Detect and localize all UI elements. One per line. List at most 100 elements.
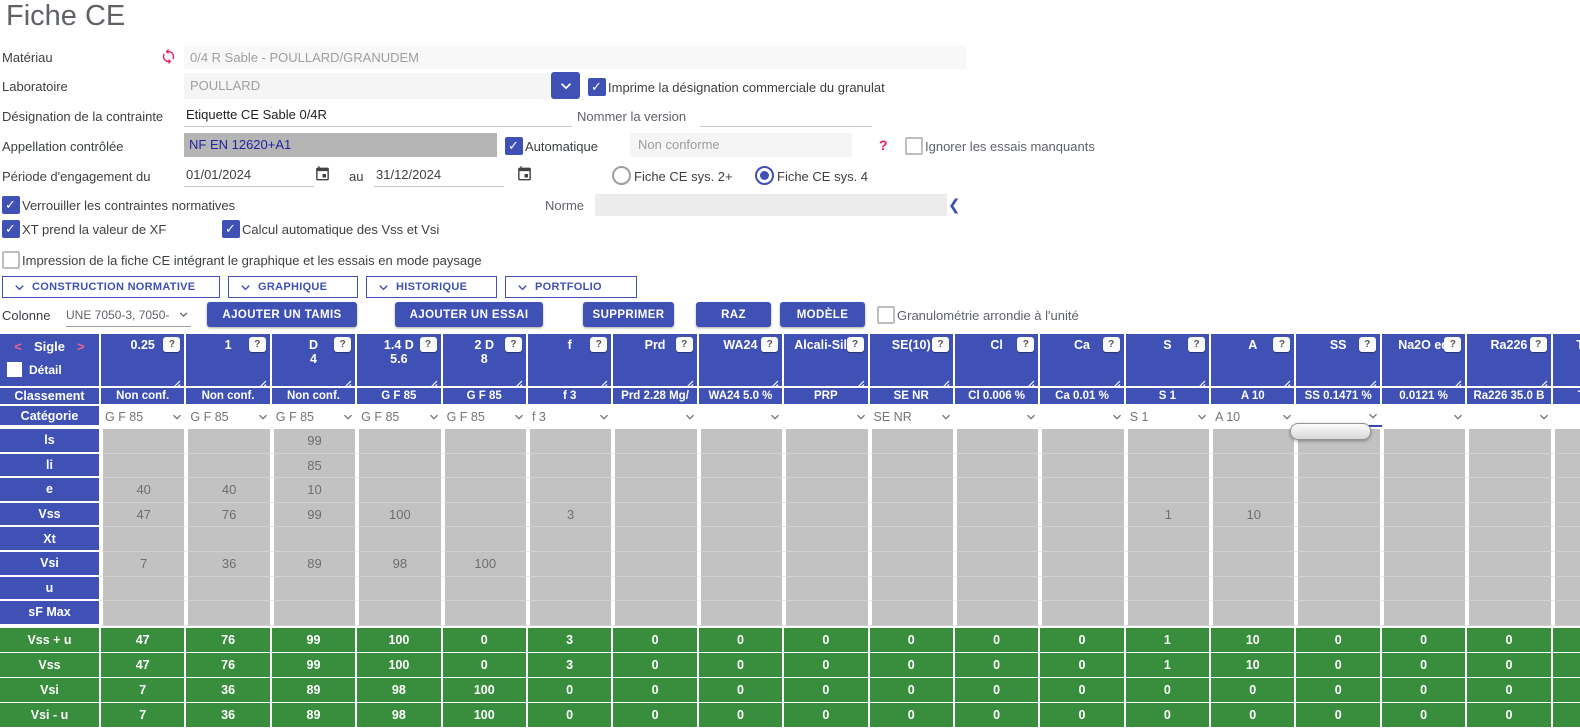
resize-handle-icon[interactable] (430, 375, 438, 383)
data-cell[interactable] (699, 503, 784, 528)
data-cell[interactable] (357, 527, 442, 552)
data-cell[interactable] (870, 527, 955, 552)
sys4-radio[interactable] (755, 166, 774, 185)
data-cell[interactable] (1382, 454, 1467, 479)
help-button[interactable]: ? (1273, 337, 1290, 352)
data-cell[interactable] (528, 527, 613, 552)
data-cell[interactable] (1126, 601, 1211, 626)
data-cell[interactable] (1382, 429, 1467, 454)
verrouiller-checkbox[interactable] (2, 196, 20, 214)
data-cell[interactable] (101, 454, 186, 479)
colonne-select[interactable]: UNE 7050-3, 7050- (66, 303, 191, 327)
data-cell[interactable] (1553, 503, 1580, 528)
resize-handle-icon[interactable] (515, 375, 523, 383)
data-cell[interactable] (1040, 454, 1125, 479)
categorie-select[interactable] (1040, 406, 1125, 427)
categorie-select[interactable]: f 3 (528, 406, 613, 427)
calendar-icon[interactable] (314, 165, 331, 188)
help-button[interactable]: ? (1444, 337, 1461, 352)
data-cell[interactable] (955, 552, 1040, 577)
data-cell[interactable] (1126, 429, 1211, 454)
data-cell[interactable] (186, 527, 271, 552)
data-cell[interactable] (784, 454, 869, 479)
data-cell[interactable] (101, 577, 186, 602)
data-cell[interactable] (1467, 527, 1552, 552)
data-cell[interactable] (186, 577, 271, 602)
data-cell[interactable]: 85 (272, 454, 357, 479)
materiau-field[interactable]: 0/4 R Sable - POULLARD/GRANUDEM (184, 46, 966, 69)
help-button[interactable]: ? (249, 337, 266, 352)
data-cell[interactable] (955, 454, 1040, 479)
data-cell[interactable] (357, 454, 442, 479)
data-cell[interactable] (1382, 577, 1467, 602)
data-cell[interactable] (1467, 454, 1552, 479)
categorie-select[interactable] (955, 406, 1040, 427)
categorie-select[interactable] (1382, 406, 1467, 427)
data-cell[interactable]: 3 (528, 503, 613, 528)
data-cell[interactable]: 40 (101, 478, 186, 503)
data-cell[interactable]: 7 (101, 552, 186, 577)
appellation-field[interactable]: NF EN 12620+A1 (184, 133, 497, 157)
resize-handle-icon[interactable] (771, 375, 779, 383)
supprimer-button[interactable]: SUPPRIMER (583, 302, 674, 327)
data-cell[interactable] (699, 552, 784, 577)
data-cell[interactable] (1126, 527, 1211, 552)
categorie-select[interactable]: S 1 (1126, 406, 1211, 427)
automatique-checkbox[interactable] (505, 137, 523, 155)
impression-paysage-checkbox[interactable] (2, 251, 20, 269)
data-cell[interactable] (1211, 527, 1296, 552)
data-cell[interactable] (955, 577, 1040, 602)
data-cell[interactable] (272, 527, 357, 552)
ignorer-essais-checkbox[interactable] (905, 137, 923, 155)
data-cell[interactable] (1126, 552, 1211, 577)
data-cell[interactable] (1211, 552, 1296, 577)
resize-handle-icon[interactable] (857, 375, 865, 383)
help-button[interactable]: ? (676, 337, 693, 352)
categorie-select[interactable] (613, 406, 698, 427)
detail-checkbox[interactable] (7, 362, 22, 377)
resize-handle-icon[interactable] (600, 375, 608, 383)
ajouter-essai-button[interactable]: AJOUTER UN ESSAI (395, 302, 543, 327)
data-cell[interactable]: 76 (186, 503, 271, 528)
data-cell[interactable]: 99 (272, 429, 357, 454)
data-cell[interactable] (699, 478, 784, 503)
data-cell[interactable] (1040, 478, 1125, 503)
data-cell[interactable]: 10 (272, 478, 357, 503)
resize-handle-icon[interactable] (1113, 375, 1121, 383)
data-cell[interactable] (613, 552, 698, 577)
resize-handle-icon[interactable] (1540, 375, 1548, 383)
data-cell[interactable] (613, 527, 698, 552)
data-cell[interactable] (1296, 454, 1381, 479)
data-cell[interactable] (870, 429, 955, 454)
data-cell[interactable] (1467, 503, 1552, 528)
data-cell[interactable] (784, 503, 869, 528)
data-cell[interactable] (784, 527, 869, 552)
data-cell[interactable] (272, 577, 357, 602)
data-cell[interactable] (443, 601, 528, 626)
conformite-help-icon[interactable]: ? (879, 137, 888, 153)
data-cell[interactable]: 1 (1126, 503, 1211, 528)
data-cell[interactable] (1040, 552, 1125, 577)
data-cell[interactable] (1467, 478, 1552, 503)
resize-handle-icon[interactable] (1369, 375, 1377, 383)
data-cell[interactable] (1211, 429, 1296, 454)
data-cell[interactable] (528, 454, 613, 479)
data-cell[interactable]: 47 (101, 503, 186, 528)
help-button[interactable]: ? (1103, 337, 1120, 352)
data-cell[interactable] (272, 601, 357, 626)
data-cell[interactable] (870, 478, 955, 503)
data-cell[interactable] (1211, 577, 1296, 602)
construction-normative-button[interactable]: CONSTRUCTION NORMATIVE (2, 276, 220, 298)
version-field[interactable] (700, 103, 872, 127)
data-cell[interactable] (1467, 552, 1552, 577)
help-button[interactable]: ? (1530, 337, 1547, 352)
sync-icon[interactable] (160, 48, 178, 66)
data-cell[interactable]: 98 (357, 552, 442, 577)
data-cell[interactable]: 10 (1211, 503, 1296, 528)
data-cell[interactable] (870, 552, 955, 577)
data-cell[interactable] (1296, 601, 1381, 626)
data-cell[interactable] (955, 429, 1040, 454)
conformite-field[interactable]: Non conforme (630, 133, 852, 157)
categorie-select[interactable] (1553, 406, 1580, 427)
data-cell[interactable] (528, 552, 613, 577)
